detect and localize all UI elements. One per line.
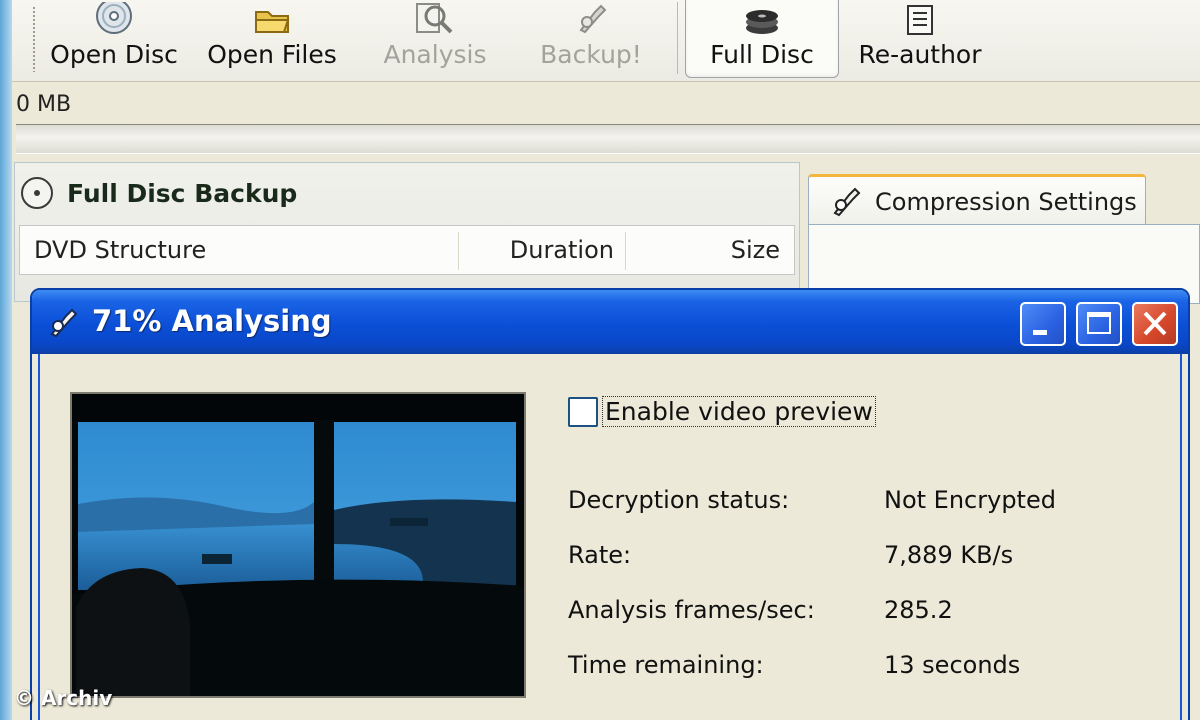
- toolbar-grip[interactable]: [32, 6, 36, 72]
- close-button[interactable]: [1132, 302, 1178, 346]
- column-size[interactable]: Size: [640, 226, 780, 274]
- document-icon: [907, 5, 933, 35]
- re-author-button[interactable]: Re-author: [855, 0, 985, 78]
- tab-compression-settings[interactable]: Compression Settings: [808, 174, 1146, 226]
- analysis-button[interactable]: Analysis: [380, 0, 490, 78]
- tab-label: Compression Settings: [875, 187, 1137, 216]
- wrench-icon: [46, 306, 80, 344]
- minimize-icon: [1033, 330, 1047, 335]
- column-divider[interactable]: [625, 232, 627, 270]
- minimize-button[interactable]: [1020, 302, 1066, 346]
- enable-video-preview-label[interactable]: Enable video preview: [602, 396, 876, 427]
- video-frame-image: [72, 394, 524, 696]
- decryption-status-value: Not Encrypted: [884, 486, 1056, 514]
- maximize-button[interactable]: [1076, 302, 1122, 346]
- panel-title: Full Disc Backup: [67, 178, 298, 208]
- open-disc-button[interactable]: Open Disc: [50, 0, 178, 78]
- decryption-status-label: Decryption status:: [568, 486, 790, 514]
- wrench-icon: [579, 4, 607, 34]
- backup-button[interactable]: Backup!: [536, 0, 646, 78]
- magnifier-icon: [416, 3, 453, 34]
- full-disc-backup-panel: Full Disc Backup DVD Structure Duration …: [14, 162, 800, 302]
- maximize-icon: [1087, 312, 1111, 334]
- rate-label: Rate:: [568, 541, 632, 569]
- open-files-label: Open Files: [207, 40, 337, 69]
- panel-header: Full Disc Backup: [19, 175, 297, 211]
- wrench-icon: [833, 187, 861, 216]
- time-remaining-label: Time remaining:: [568, 651, 764, 679]
- close-icon: [1143, 311, 1167, 336]
- enable-video-preview-checkbox[interactable]: [568, 396, 598, 427]
- analysis-label: Analysis: [383, 40, 487, 69]
- dvd-structure-grid-header: DVD Structure Duration Size: [19, 225, 795, 275]
- size-label: 0 MB: [16, 92, 72, 117]
- column-dvd-structure[interactable]: DVD Structure: [34, 226, 206, 274]
- full-disc-button[interactable]: Full Disc: [685, 0, 839, 78]
- open-files-button[interactable]: Open Files: [207, 0, 337, 78]
- column-divider[interactable]: [458, 232, 460, 270]
- disc-icon: [96, 2, 132, 34]
- toolbar: Open Disc Open Files Analysis Backup! Fu…: [12, 0, 1200, 82]
- re-author-label: Re-author: [858, 40, 982, 69]
- size-progress-bar: [16, 124, 1200, 154]
- dialog-title: 71% Analysing: [92, 304, 332, 338]
- window-edge: [0, 0, 12, 720]
- copyright-watermark: © Archiv: [14, 686, 113, 710]
- analysis-fps-value: 285.2: [884, 596, 953, 624]
- full-disc-label: Full Disc: [710, 40, 814, 69]
- disc-icon: [21, 177, 53, 209]
- disc-stack-icon: [746, 10, 778, 34]
- dialog-titlebar[interactable]: 71% Analysing: [32, 290, 1188, 354]
- analysing-dialog: 71% Analysing Enable video preview Decry…: [30, 288, 1190, 720]
- rate-value: 7,889 KB/s: [884, 541, 1014, 569]
- dialog-body: Enable video preview Decryption status: …: [38, 354, 1182, 720]
- analysis-fps-label: Analysis frames/sec:: [568, 596, 815, 624]
- toolbar-separator: [677, 2, 678, 74]
- open-disc-label: Open Disc: [50, 40, 178, 69]
- folder-icon: [255, 11, 290, 33]
- column-duration[interactable]: Duration: [474, 226, 614, 274]
- backup-label: Backup!: [540, 40, 642, 69]
- enable-video-preview-row[interactable]: Enable video preview: [568, 396, 876, 427]
- time-remaining-value: 13 seconds: [884, 651, 1021, 679]
- video-preview: [70, 392, 526, 698]
